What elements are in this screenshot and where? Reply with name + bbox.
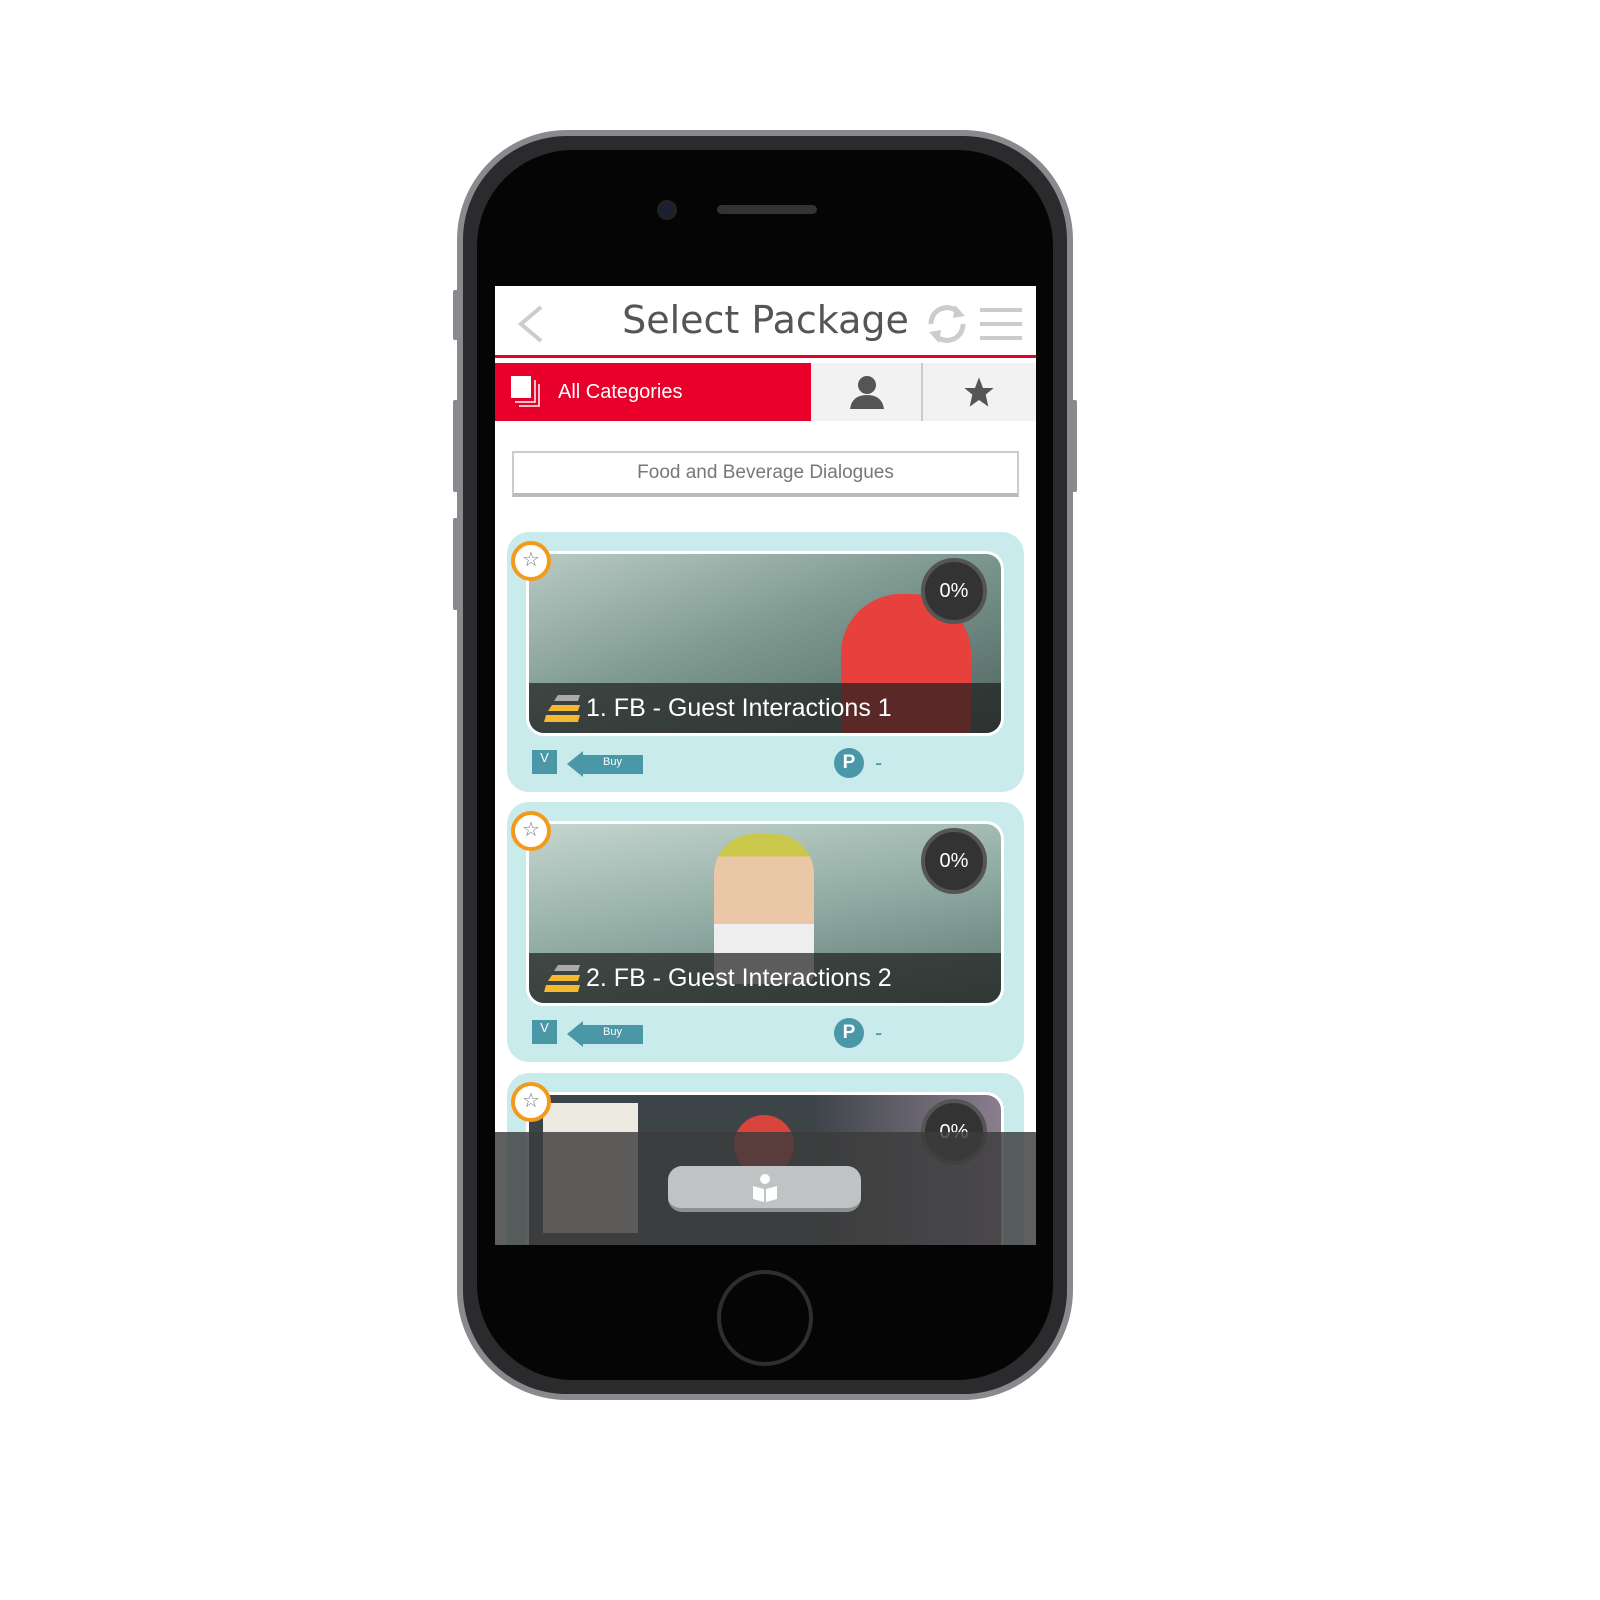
progress-indicator: 0% — [921, 558, 987, 624]
tab-all-categories[interactable]: All Categories — [495, 363, 811, 421]
speaker — [717, 205, 817, 214]
favorite-toggle[interactable]: ☆ — [511, 541, 551, 581]
categories-icon — [511, 376, 540, 407]
tab-all-categories-label: All Categories — [558, 381, 683, 403]
package-card[interactable]: 0% 2. FB - Guest Interactions 2 ☆ V Buy … — [507, 802, 1024, 1062]
buy-button[interactable]: Buy — [567, 751, 643, 777]
points-badge: P — [834, 1018, 864, 1048]
reading-mode-button[interactable] — [668, 1166, 861, 1212]
app-screen: Select Package All Categories Food and B… — [495, 286, 1036, 1245]
points-value: - — [875, 750, 883, 775]
points-badge: P — [834, 748, 864, 778]
favorite-toggle[interactable]: ☆ — [511, 811, 551, 851]
volume-up — [453, 400, 459, 492]
buy-label: Buy — [603, 1026, 622, 1038]
star-icon — [964, 377, 994, 407]
menu-icon[interactable] — [980, 306, 1022, 342]
user-icon — [850, 376, 884, 409]
level-icon — [544, 965, 580, 992]
header: Select Package — [495, 286, 1036, 358]
bottom-bar — [495, 1132, 1036, 1245]
mute-switch — [453, 290, 459, 340]
package-thumbnail[interactable]: 0% 1. FB - Guest Interactions 1 — [526, 551, 1004, 736]
tab-my-packages[interactable] — [811, 363, 923, 421]
home-button[interactable] — [717, 1270, 813, 1366]
package-card[interactable]: 0% 1. FB - Guest Interactions 1 ☆ V Buy … — [507, 532, 1024, 792]
buy-label: Buy — [603, 756, 622, 768]
package-title: 1. FB - Guest Interactions 1 — [529, 683, 1001, 733]
expand-button[interactable]: V — [532, 750, 557, 774]
power-button — [1071, 400, 1077, 492]
level-icon — [544, 695, 580, 722]
package-title: 2. FB - Guest Interactions 2 — [529, 953, 1001, 1003]
expand-button[interactable]: V — [532, 1020, 557, 1044]
package-title-text: 1. FB - Guest Interactions 1 — [586, 694, 892, 722]
buy-button[interactable]: Buy — [567, 1021, 643, 1047]
tab-favorites[interactable] — [923, 363, 1036, 421]
volume-down — [453, 518, 459, 610]
refresh-icon[interactable] — [925, 302, 969, 346]
reader-icon — [753, 1174, 777, 1202]
tab-bar: All Categories — [495, 363, 1036, 421]
package-title-text: 2. FB - Guest Interactions 2 — [586, 964, 892, 992]
front-camera — [657, 200, 677, 220]
category-selector[interactable]: Food and Beverage Dialogues — [512, 451, 1019, 497]
points-value: - — [875, 1020, 883, 1045]
favorite-toggle[interactable]: ☆ — [511, 1082, 551, 1122]
progress-indicator: 0% — [921, 828, 987, 894]
package-thumbnail[interactable]: 0% 2. FB - Guest Interactions 2 — [526, 821, 1004, 1006]
